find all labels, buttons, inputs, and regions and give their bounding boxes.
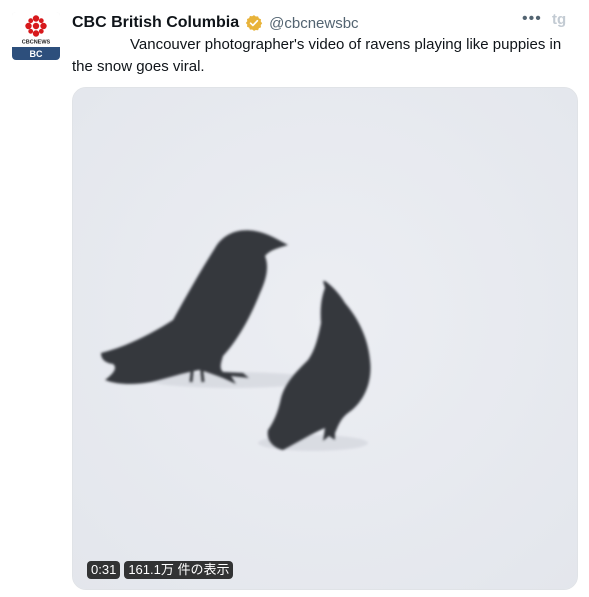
tweetdeck-brand-icon[interactable]: tg [552,10,574,28]
account-handle[interactable]: @cbcnewsbc [269,15,358,32]
more-options-icon[interactable]: ••• [522,10,542,28]
verified-badge-icon [245,15,263,31]
cbc-logo-icon: CBCNEWS BC [12,12,60,60]
tweet-text: Vancouver photographer's video of ravens… [72,34,582,78]
video-frame [73,88,577,589]
video-player[interactable]: 0:31 161.1万 件の表示 [72,87,578,590]
display-name[interactable]: CBC British Columbia [72,14,239,32]
video-views-badge: 161.1万 件の表示 [124,561,234,579]
avatar-logo-text: CBCNEWS [22,40,51,46]
tweet-text-content: Vancouver photographer's video of ravens… [72,36,562,75]
svg-text:tg: tg [552,11,566,28]
tweet-header: CBC British Columbia @cbcnewsbc [72,12,359,34]
video-duration-badge: 0:31 [87,561,121,579]
avatar-region-text: BC [30,49,43,59]
avatar[interactable]: CBCNEWS BC [12,12,60,60]
video-badges: 0:31 161.1万 件の表示 [87,561,234,579]
